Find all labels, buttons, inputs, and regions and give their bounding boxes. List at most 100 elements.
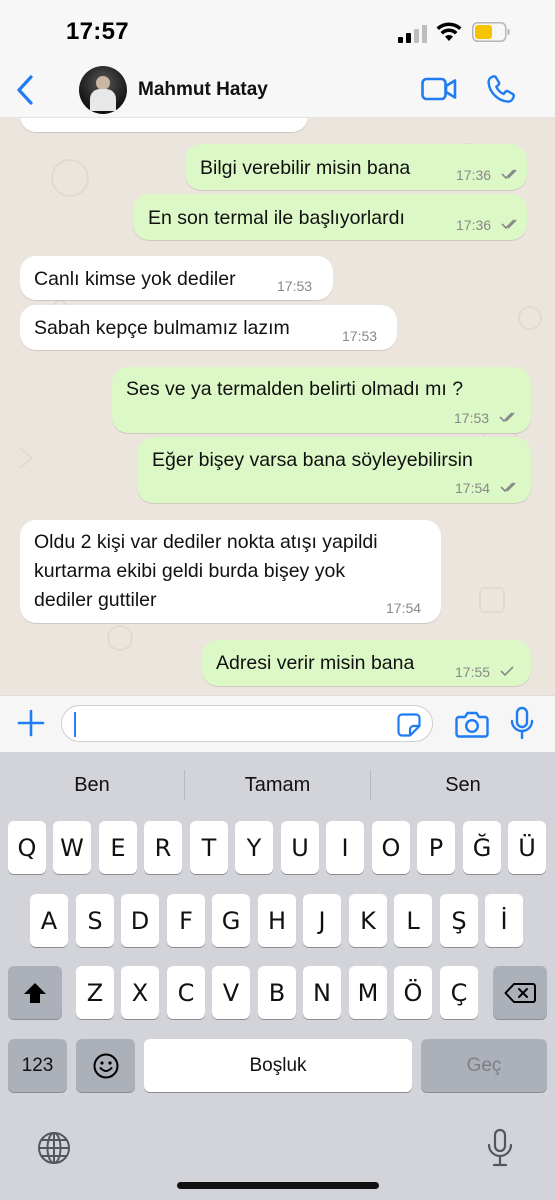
message-time: 17:36 <box>456 167 492 183</box>
key-h[interactable]: H <box>258 894 296 947</box>
back-chevron-icon[interactable] <box>14 74 36 106</box>
message-time: 17:54 <box>386 600 422 616</box>
key-y[interactable]: Y <box>235 821 273 874</box>
key-g-breve[interactable]: Ğ <box>463 821 501 874</box>
emoji-icon <box>93 1053 118 1078</box>
dictation-microphone-icon[interactable] <box>486 1128 514 1168</box>
return-key[interactable]: Geç <box>421 1039 547 1092</box>
key-w[interactable]: W <box>53 821 91 874</box>
message-bubble[interactable]: Canlı kimse yok dediler 17:53 <box>20 256 333 300</box>
key-x[interactable]: X <box>121 966 159 1019</box>
key-e[interactable]: E <box>99 821 137 874</box>
contact-avatar[interactable] <box>79 66 127 114</box>
message-list[interactable]: Bilgi verebilir misin bana 17:36 En son … <box>0 118 555 695</box>
message-bubble[interactable]: En son termal ile başlıyorlardı 17:36 <box>133 194 527 240</box>
key-f[interactable]: F <box>167 894 205 947</box>
numbers-key[interactable]: 123 <box>8 1039 67 1092</box>
message-bubble[interactable]: Eğer bişey varsa bana söyleyebilirsin 17… <box>137 437 531 503</box>
message-text: Adresi verir misin bana <box>216 652 415 674</box>
read-ticks-icon <box>500 482 516 493</box>
key-m[interactable]: M <box>349 966 387 1019</box>
key-p[interactable]: P <box>417 821 455 874</box>
suggestion-bar: Ben Tamam Sen <box>0 752 555 816</box>
wifi-icon <box>436 22 462 41</box>
text-caret <box>74 712 76 737</box>
message-text: Ses ve ya termalden belirti olmadı mı ? <box>126 378 464 400</box>
key-o-umlaut[interactable]: Ö <box>394 966 432 1019</box>
shift-icon <box>24 982 46 1003</box>
key-l[interactable]: L <box>394 894 432 947</box>
message-time: 17:53 <box>454 410 490 426</box>
space-key[interactable]: Boşluk <box>144 1039 412 1092</box>
chat-header: Mahmut Hatay <box>0 62 555 118</box>
key-n[interactable]: N <box>303 966 341 1019</box>
message-text-line: dediler guttiler <box>34 589 157 611</box>
message-time: 17:55 <box>455 664 491 680</box>
suggestion-ben[interactable]: Ben <box>0 752 184 816</box>
key-v[interactable]: V <box>212 966 250 1019</box>
key-i-dotted[interactable]: İ <box>485 894 523 947</box>
plus-icon[interactable] <box>16 708 46 738</box>
message-text: Bilgi verebilir misin bana <box>200 157 411 179</box>
battery-icon <box>472 22 510 42</box>
message-bubble[interactable]: Ses ve ya termalden belirti olmadı mı ? … <box>112 367 531 433</box>
key-u[interactable]: U <box>281 821 319 874</box>
emoji-key[interactable] <box>76 1039 135 1092</box>
status-bar: 17:57 <box>0 0 555 62</box>
message-time: 17:53 <box>277 278 313 294</box>
message-bubble[interactable]: Oldu 2 kişi var dediler nokta atışı yapi… <box>20 520 441 623</box>
camera-icon[interactable] <box>455 710 489 738</box>
key-q[interactable]: Q <box>8 821 46 874</box>
globe-icon[interactable] <box>36 1130 72 1166</box>
message-bubble-partial <box>20 118 308 132</box>
message-text: Eğer bişey varsa bana söyleyebilirsin <box>152 449 473 471</box>
message-text: Sabah kepçe bulmamız lazım <box>34 317 290 339</box>
contact-name[interactable]: Mahmut Hatay <box>138 79 268 101</box>
key-k[interactable]: K <box>349 894 387 947</box>
message-text-line: Oldu 2 kişi var dediler nokta atışı yapi… <box>34 531 378 553</box>
sticker-icon[interactable] <box>396 712 422 738</box>
sent-tick-icon <box>500 666 514 677</box>
key-b[interactable]: B <box>258 966 296 1019</box>
key-a[interactable]: A <box>30 894 68 947</box>
read-ticks-icon <box>499 412 515 423</box>
suggestion-sen[interactable]: Sen <box>371 752 555 816</box>
avatar-body <box>90 89 116 111</box>
key-j[interactable]: J <box>303 894 341 947</box>
key-c-cedilla[interactable]: Ç <box>440 966 478 1019</box>
message-input[interactable] <box>61 705 433 742</box>
message-text-line: kurtarma ekibi geldi burda bişey yok <box>34 560 346 582</box>
message-bubble[interactable]: Sabah kepçe bulmamız lazım 17:53 <box>20 305 397 350</box>
message-bubble[interactable]: Bilgi verebilir misin bana 17:36 <box>185 144 527 190</box>
keyboard: Ben Tamam Sen Q W E R T Y U I O P Ğ Ü A … <box>0 752 555 1200</box>
video-call-icon[interactable] <box>421 76 457 102</box>
key-u-umlaut[interactable]: Ü <box>508 821 546 874</box>
shift-key[interactable] <box>8 966 62 1019</box>
read-ticks-icon <box>501 169 517 180</box>
key-s-cedilla[interactable]: Ş <box>440 894 478 947</box>
microphone-icon[interactable] <box>509 706 535 740</box>
cellular-signal-icon <box>398 25 427 43</box>
message-time: 17:53 <box>342 328 378 344</box>
composer-bar <box>0 695 555 752</box>
avatar-head <box>96 76 110 90</box>
message-time: 17:36 <box>456 217 492 233</box>
message-text: En son termal ile başlıyorlardı <box>148 207 405 229</box>
key-d[interactable]: D <box>121 894 159 947</box>
key-t[interactable]: T <box>190 821 228 874</box>
message-time: 17:54 <box>455 480 491 496</box>
key-r[interactable]: R <box>144 821 182 874</box>
key-c[interactable]: C <box>167 966 205 1019</box>
backspace-key[interactable] <box>493 966 547 1019</box>
phone-icon[interactable] <box>486 74 516 104</box>
home-indicator[interactable] <box>177 1182 379 1189</box>
message-text: Canlı kimse yok dediler <box>34 268 236 290</box>
key-g[interactable]: G <box>212 894 250 947</box>
read-ticks-icon <box>501 219 517 230</box>
key-s[interactable]: S <box>76 894 114 947</box>
suggestion-tamam[interactable]: Tamam <box>185 752 370 816</box>
key-o[interactable]: O <box>372 821 410 874</box>
key-i[interactable]: I <box>326 821 364 874</box>
key-z[interactable]: Z <box>76 966 114 1019</box>
message-bubble[interactable]: Adresi verir misin bana 17:55 <box>202 640 531 686</box>
